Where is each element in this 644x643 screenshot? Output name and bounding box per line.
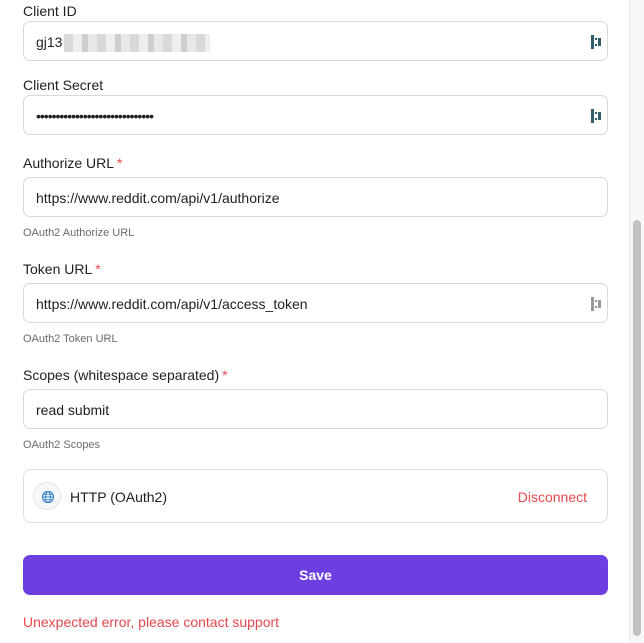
globe-icon [33,482,61,510]
token-url-label: Token URL * [23,261,101,277]
authorize-url-value: https://www.reddit.com/api/v1/authorize [36,190,280,206]
provider-name: HTTP (OAuth2) [70,489,167,505]
password-manager-icon[interactable] [590,34,602,50]
password-manager-icon[interactable] [590,296,602,312]
client-id-value: gj13 [36,33,211,53]
authorize-url-field[interactable]: https://www.reddit.com/api/v1/authorize [23,177,608,217]
token-url-value: https://www.reddit.com/api/v1/access_tok… [36,296,308,312]
scopes-label: Scopes (whitespace separated) * [23,367,228,383]
client-id-field[interactable]: gj13 [23,21,608,61]
required-asterisk: * [117,155,123,171]
token-url-field[interactable]: https://www.reddit.com/api/v1/access_tok… [23,283,608,323]
client-secret-value: •••••••••••••••••••••••••••••• [36,108,154,124]
scrollbar-track[interactable] [629,0,644,643]
required-asterisk: * [222,367,228,383]
scopes-help: OAuth2 Scopes [23,439,101,451]
scopes-value: read submit [36,402,110,418]
disconnect-button[interactable]: Disconnect [518,488,587,506]
authorize-url-label: Authorize URL * [23,155,123,171]
client-secret-label: Client Secret [23,77,104,93]
error-message: Unexpected error, please contact support [23,614,280,630]
redacted-value-blur [64,34,211,53]
save-button[interactable]: Save [23,555,608,595]
scrollbar-thumb[interactable] [633,220,641,636]
client-secret-field[interactable]: •••••••••••••••••••••••••••••• [23,95,608,135]
token-url-help: OAuth2 Token URL [23,333,118,345]
connected-provider-card: HTTP (OAuth2) Disconnect [23,469,608,523]
oauth-credentials-form-page: Client ID gj13 Client Secret •••••••••••… [0,0,644,643]
required-asterisk: * [95,261,101,277]
client-id-label: Client ID [23,3,77,19]
authorize-url-help: OAuth2 Authorize URL [23,227,135,239]
scopes-field[interactable]: read submit [23,389,608,429]
password-manager-icon[interactable] [590,108,602,124]
